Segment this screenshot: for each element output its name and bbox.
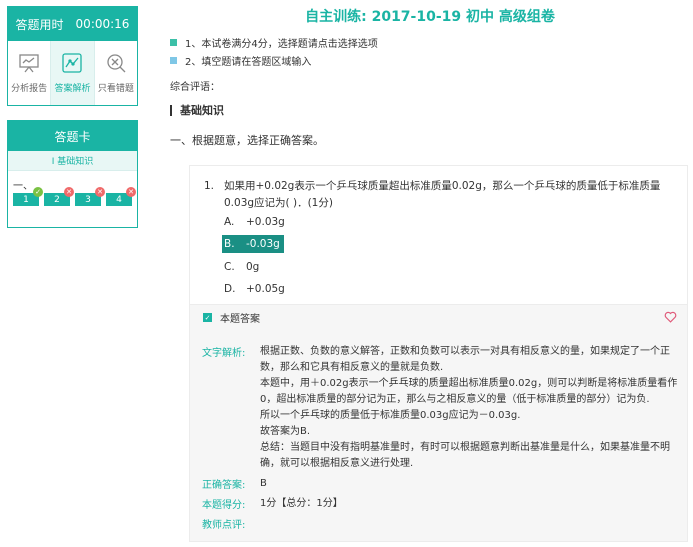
answer-card-item-1[interactable]: 1 ✓ xyxy=(13,187,43,206)
part-heading: 一、根据题意，选择正确答案。 xyxy=(170,134,324,147)
score-row: 本题得分: 1分【总分：1分】 xyxy=(202,496,680,512)
answer-card-numbers: 1 ✓ 2 ✕ 3 ✕ 4 ✕ xyxy=(13,187,136,206)
answer-card-item-4[interactable]: 4 ✕ xyxy=(106,187,136,206)
answer-card-item-2[interactable]: 2 ✕ xyxy=(44,187,74,206)
bullet-square-icon xyxy=(170,39,177,46)
score-label: 本题得分: xyxy=(202,500,246,511)
presentation-board-icon xyxy=(19,54,39,73)
option-d[interactable]: D. +0.05g xyxy=(222,280,289,298)
item-number: 2 xyxy=(54,194,60,205)
option-letter: D. xyxy=(224,283,236,295)
note-text: 2、填空题请在答题区域输入 xyxy=(185,57,312,68)
explanation-label: 文字解析: xyxy=(202,348,246,359)
tab-analysis-report[interactable]: 分析报告 xyxy=(8,41,52,105)
score-value: 1分【总分：1分】 xyxy=(260,498,343,509)
question-text: 如果用+0.02g表示一个乒乓球质量超出标准质量0.02g，那么一个乒乓球的质量… xyxy=(224,180,661,209)
timer-value: 00:00:16 xyxy=(75,17,130,31)
answer-label: 本题答案 xyxy=(220,314,260,325)
option-letter: C. xyxy=(224,261,235,273)
question-card: 1. 如果用+0.02g表示一个乒乓球质量超出标准质量0.02g，那么一个乒乓球… xyxy=(189,165,688,542)
instruction-note-2: 2、填空题请在答题区域输入 xyxy=(170,53,311,68)
teacher-comment-value xyxy=(260,516,680,531)
answer-bar: ✓ 本题答案 xyxy=(190,304,687,330)
option-letter: B. xyxy=(224,238,235,250)
item-number: 4 xyxy=(116,194,122,205)
explanation-line: 所以一个乒乓球的质量低于标准质量0.03g应记为－0.03g. xyxy=(260,410,521,421)
section-title-text: 基础知识 xyxy=(180,104,224,117)
option-text: -0.03g xyxy=(246,238,280,250)
option-text: +0.03g xyxy=(246,216,285,228)
explanation-row: 文字解析: 根据正数、负数的意义解答，正数和负数可以表示一对具有相反意义的量，如… xyxy=(202,344,680,472)
section-bar-icon xyxy=(170,104,172,116)
answer-card-section: Ⅰ 基础知识 xyxy=(8,151,137,171)
check-icon: ✓ xyxy=(33,187,43,197)
section-title: 基础知识 xyxy=(170,102,224,118)
option-text: 0g xyxy=(246,261,260,273)
tab-label: 答案解析 xyxy=(54,84,91,94)
correct-answer-label: 正确答案: xyxy=(202,480,246,491)
explanation-line: 故答案为B. xyxy=(260,426,311,437)
chart-analysis-icon xyxy=(62,53,83,73)
explanation-line: 根据正数、负数的意义解答，正数和负数可以表示一对具有相反意义的量，如果规定了一个… xyxy=(260,346,670,373)
answer-card-item-3[interactable]: 3 ✕ xyxy=(75,187,105,206)
instruction-note-1: 1、本试卷满分4分，选择题请点击选择选项 xyxy=(170,35,378,50)
tab-label: 分析报告 xyxy=(11,84,48,94)
explanation-text: 根据正数、负数的意义解答，正数和负数可以表示一对具有相反意义的量，如果规定了一个… xyxy=(260,344,680,472)
heart-favorite-icon[interactable] xyxy=(664,311,677,323)
timer-label: 答题用时 xyxy=(15,17,64,32)
question-stem: 1. 如果用+0.02g表示一个乒乓球质量超出标准质量0.02g，那么一个乒乓球… xyxy=(204,178,682,212)
answer-card: 答题卡 Ⅰ 基础知识 一、 1 ✓ 2 ✕ 3 ✕ 4 ✕ xyxy=(7,120,138,228)
explanation-panel: 文字解析: 根据正数、负数的意义解答，正数和负数可以表示一对具有相反意义的量，如… xyxy=(190,330,687,541)
option-c[interactable]: C. 0g xyxy=(222,258,263,276)
tab-answer-analysis[interactable]: 答案解析 xyxy=(51,41,95,105)
option-letter: A. xyxy=(224,216,235,228)
tab-wrong-only[interactable]: 只看错题 xyxy=(95,41,137,105)
checkbox-icon[interactable]: ✓ xyxy=(203,313,212,322)
tab-label: 只看错题 xyxy=(97,84,134,94)
bullet-square-icon xyxy=(170,57,177,64)
item-number: 3 xyxy=(85,194,91,205)
explanation-line: 本题中，用＋0.02g表示一个乒乓球的质量超出标准质量0.02g，则可以判断是将… xyxy=(260,378,678,405)
explanation-line: 总结：当题目中没有指明基准量时，有时可以根据题意判断出基准量是什么，如果基准量不… xyxy=(260,442,670,469)
report-tabs: 分析报告 答案解析 只看错题 xyxy=(8,41,137,105)
teacher-comment-row: 教师点评: xyxy=(202,516,680,531)
note-text: 1、本试卷满分4分，选择题请点击选择选项 xyxy=(185,39,378,50)
cross-icon: ✕ xyxy=(95,187,105,197)
teacher-comment-label: 教师点评: xyxy=(202,520,246,531)
option-b[interactable]: B. -0.03g xyxy=(222,235,284,253)
overall-evaluation: 综合评语： xyxy=(170,82,220,93)
answer-card-title: 答题卡 xyxy=(8,121,137,151)
option-text: +0.05g xyxy=(246,283,285,295)
correct-answer-value: B xyxy=(260,478,267,489)
option-a[interactable]: A. +0.03g xyxy=(222,213,289,231)
cross-icon: ✕ xyxy=(126,187,136,197)
cross-icon: ✕ xyxy=(64,187,74,197)
timer-header: 答题用时 00:00:16 xyxy=(8,7,137,41)
timer-panel: 答题用时 00:00:16 分析报告 答案解析 只看错题 xyxy=(7,6,138,106)
correct-answer-row: 正确答案: B xyxy=(202,476,680,492)
search-wrong-icon xyxy=(107,54,126,73)
question-number: 1. xyxy=(204,180,215,192)
item-number: 1 xyxy=(23,194,29,205)
page-title: 自主训练: 2017-10-19 初中 高级组卷 xyxy=(305,9,555,25)
